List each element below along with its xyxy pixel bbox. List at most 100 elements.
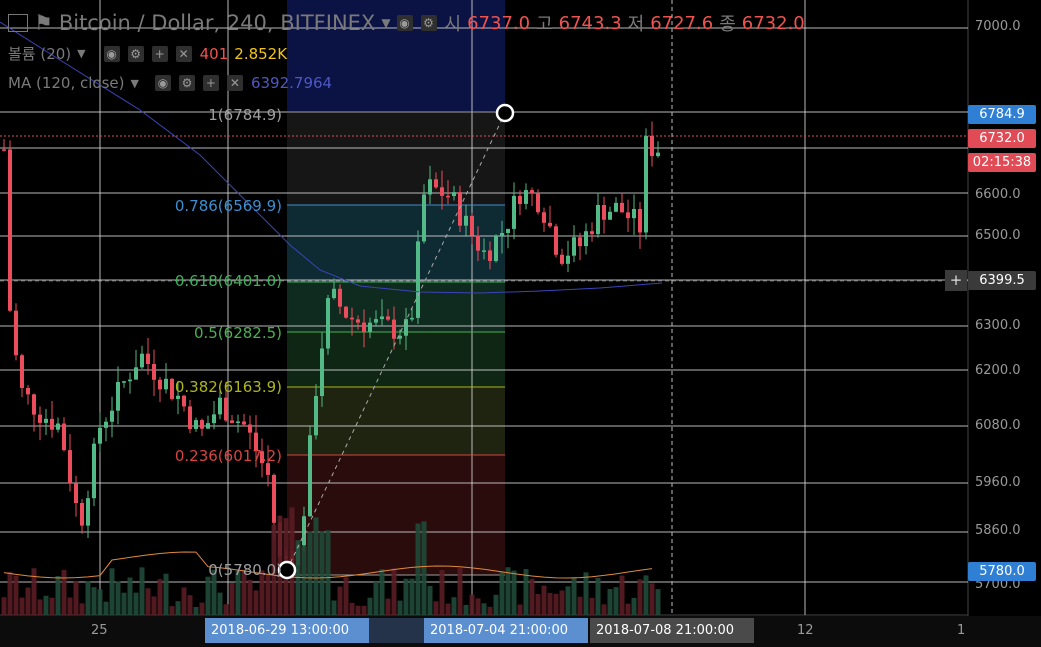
- volume-bar: [451, 597, 457, 615]
- volume-bar: [91, 587, 97, 615]
- plus-icon[interactable]: +: [202, 75, 219, 91]
- volume-bar: [391, 568, 397, 615]
- candle-body: [224, 397, 228, 421]
- candle-body: [8, 149, 12, 311]
- plus-icon[interactable]: +: [151, 45, 168, 62]
- candle-body: [578, 237, 582, 247]
- ma-legend: MA (120, close) ▼ ◉ ⚙ + ✕ 6392.7964: [8, 74, 332, 92]
- candle-body: [26, 387, 30, 395]
- bar-countdown-tag: 02:15:38: [968, 153, 1036, 172]
- volume-bar: [127, 577, 133, 615]
- candle-body: [44, 418, 48, 423]
- volume-bar: [319, 531, 325, 615]
- candle-body: [332, 288, 336, 299]
- gear-icon[interactable]: ⚙: [420, 15, 437, 31]
- price-tick: 6500.0: [975, 228, 1021, 243]
- candle-body: [524, 190, 528, 204]
- ohlc-close-value: 6732.0: [741, 12, 805, 34]
- candle-body: [632, 209, 636, 219]
- fib-low-price-tag: 5780.0: [968, 562, 1036, 581]
- candle-body: [458, 192, 462, 226]
- volume-bar: [427, 585, 433, 615]
- gear-icon[interactable]: ⚙: [127, 45, 144, 62]
- volume-bar: [589, 598, 595, 615]
- time-tick: 25: [91, 623, 108, 638]
- candle-body: [140, 353, 144, 368]
- volume-bar: [415, 523, 421, 615]
- volume-bar: [565, 586, 571, 615]
- volume-bar: [19, 597, 25, 615]
- volume-bar: [85, 581, 91, 615]
- symbol-dropdown-icon[interactable]: ▼: [381, 16, 390, 30]
- volume-bar: [373, 581, 379, 615]
- fib-anchor-end: [495, 103, 515, 123]
- candle-body: [80, 503, 84, 526]
- volume-indicator-name[interactable]: 볼륨 (20): [8, 43, 71, 64]
- volume-bar: [121, 592, 127, 615]
- candle-body: [380, 316, 384, 320]
- volume-bar: [547, 592, 553, 615]
- volume-dropdown-icon[interactable]: ▼: [77, 47, 85, 60]
- candle-body: [416, 241, 420, 318]
- volume-bar: [613, 587, 619, 615]
- volume-bar: [487, 606, 493, 615]
- symbol-title[interactable]: Bitcoin / Dollar, 240, BITFINEX: [59, 11, 375, 35]
- candle-body: [122, 381, 126, 383]
- candle-body: [164, 378, 168, 390]
- candle-body: [62, 423, 66, 451]
- candle-body: [314, 396, 318, 436]
- volume-bar: [13, 575, 19, 615]
- volume-bar: [1, 597, 7, 615]
- volume-bar: [535, 593, 541, 615]
- volume-bar: [349, 602, 355, 615]
- volume-bar: [403, 578, 409, 615]
- volume-bar: [571, 577, 577, 615]
- flag-icon[interactable]: ⚑: [34, 11, 53, 35]
- ma-indicator-name[interactable]: MA (120, close): [8, 74, 124, 92]
- candle-body: [626, 212, 630, 219]
- volume-bar: [229, 582, 235, 615]
- volume-bar: [73, 580, 79, 615]
- candle-body: [530, 190, 534, 194]
- candle-body: [344, 306, 348, 318]
- volume-bar: [439, 570, 445, 615]
- price-chart-canvas[interactable]: [0, 0, 1041, 647]
- volume-bar: [289, 507, 295, 615]
- candle-body: [638, 209, 642, 233]
- volume-bar: [145, 588, 151, 615]
- time-crosshair-label: 2018-07-08 21:00:00: [590, 618, 754, 643]
- ma-dropdown-icon[interactable]: ▼: [130, 77, 138, 90]
- volume-bar: [133, 592, 139, 615]
- eye-icon[interactable]: ◉: [154, 75, 171, 91]
- volume-bar: [343, 577, 349, 615]
- volume-bar: [97, 589, 103, 615]
- volume-bar: [157, 579, 163, 615]
- candle-body: [152, 364, 156, 380]
- price-tick: 6080.0: [975, 418, 1021, 433]
- candle-body: [272, 474, 276, 523]
- collapse-legend-icon[interactable]: [8, 14, 28, 32]
- candle-body: [98, 427, 102, 444]
- ohlc-close-label: 종: [719, 14, 736, 35]
- volume-bar: [433, 601, 439, 615]
- ohlc-open-value: 6737.0: [467, 12, 531, 34]
- volume-legend: 볼륨 (20) ▼ ◉ ⚙ + ✕ 401 2.852K: [8, 43, 287, 64]
- crosshair-plus-icon[interactable]: +: [945, 270, 967, 291]
- candle-body: [200, 420, 204, 429]
- candle-body: [86, 498, 90, 526]
- time-selected-start: 2018-06-29 13:00:00: [205, 618, 369, 643]
- price-tick: 6200.0: [975, 363, 1021, 378]
- eye-icon[interactable]: ◉: [103, 45, 120, 62]
- candle-body: [428, 179, 432, 195]
- candle-body: [506, 228, 510, 233]
- volume-bar: [67, 597, 73, 615]
- gear-icon[interactable]: ⚙: [178, 75, 195, 91]
- volume-bar: [247, 579, 253, 615]
- eye-icon[interactable]: ◉: [396, 15, 413, 31]
- close-icon[interactable]: ✕: [226, 75, 243, 91]
- candle-body: [440, 187, 444, 196]
- volume-bar: [31, 568, 37, 615]
- candle-body: [512, 195, 516, 229]
- fib-level-0618: 0.618(6401.0): [174, 272, 282, 290]
- close-icon[interactable]: ✕: [175, 45, 192, 62]
